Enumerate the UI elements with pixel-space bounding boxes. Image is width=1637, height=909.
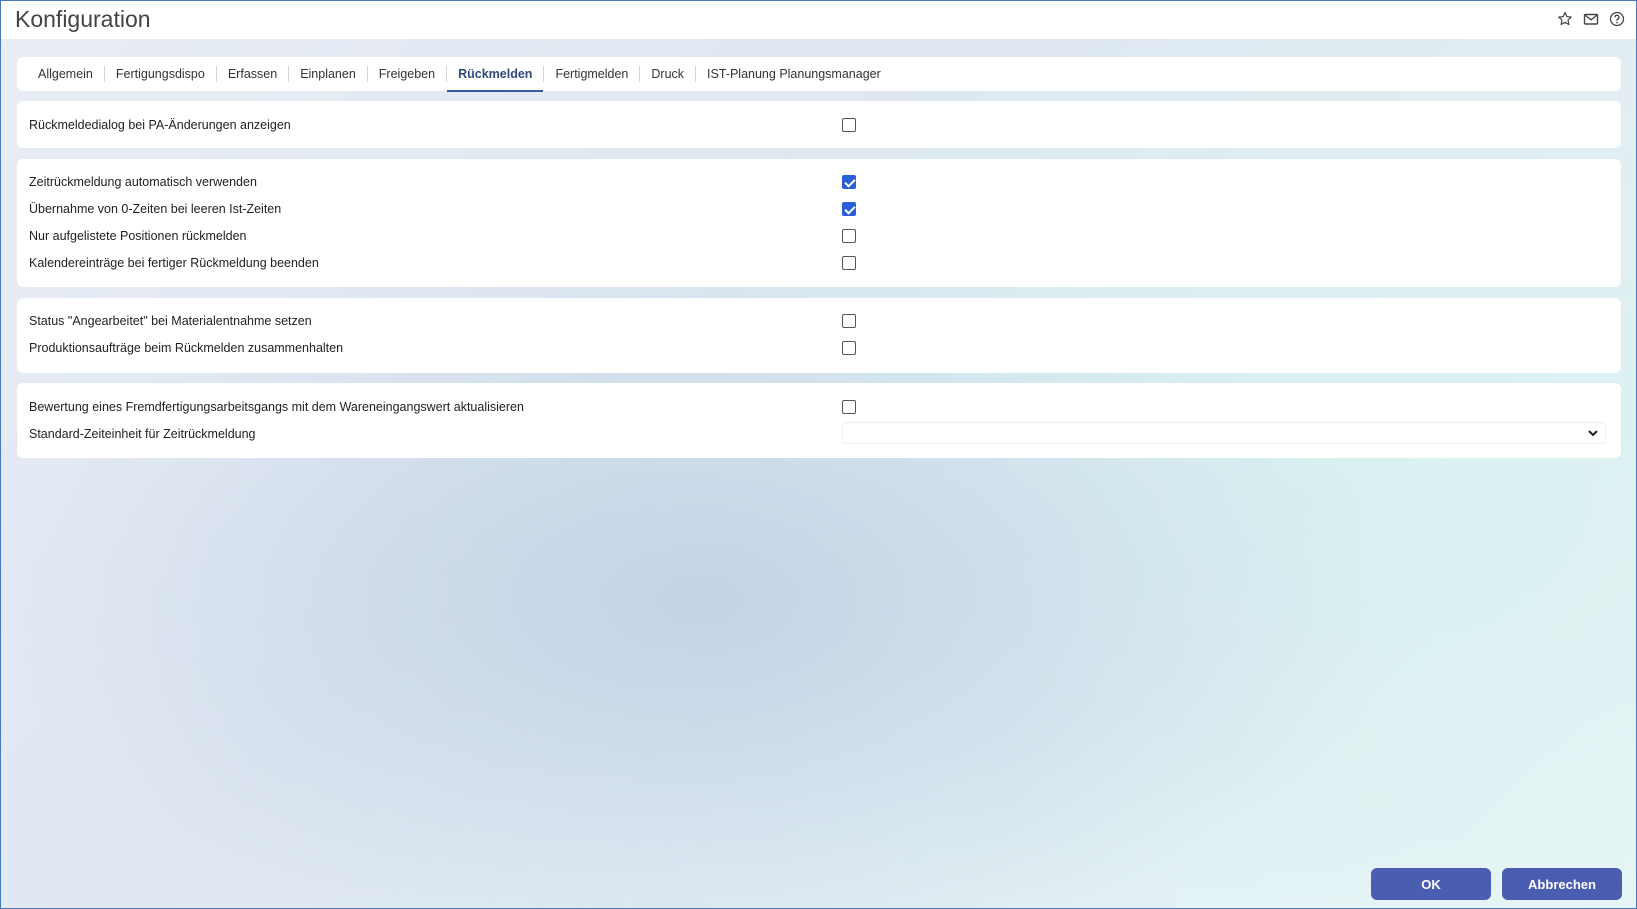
tab-rueckmelden[interactable]: Rückmelden bbox=[447, 66, 545, 92]
setting-checkbox[interactable] bbox=[842, 175, 856, 189]
setting-row: Rückmeldedialog bei PA-Änderungen anzeig… bbox=[29, 115, 1609, 135]
setting-checkbox[interactable] bbox=[842, 229, 856, 243]
setting-label: Produktionsaufträge beim Rückmelden zusa… bbox=[29, 341, 344, 355]
setting-row: Übernahme von 0-Zeiten bei leeren Ist-Ze… bbox=[29, 199, 1609, 219]
setting-label: Kalendereinträge bei fertiger Rückmeldun… bbox=[29, 256, 319, 270]
tab-bar: Allgemein Fertigungsdispo Erfassen Einpl… bbox=[17, 57, 1621, 92]
help-icon[interactable] bbox=[1608, 10, 1626, 28]
tab-allgemein[interactable]: Allgemein bbox=[27, 66, 105, 82]
settings-section-2: Zeitrückmeldung automatisch verwenden Üb… bbox=[17, 159, 1621, 287]
setting-label: Rückmeldedialog bei PA-Änderungen anzeig… bbox=[29, 118, 291, 132]
tab-freigeben[interactable]: Freigeben bbox=[368, 66, 448, 82]
settings-section-3: Status "Angearbeitet" bei Materialentnah… bbox=[17, 298, 1621, 373]
setting-row: Nur aufgelistete Positionen rückmelden bbox=[29, 226, 1609, 246]
setting-label: Übernahme von 0-Zeiten bei leeren Ist-Ze… bbox=[29, 202, 282, 216]
setting-row: Standard-Zeiteinheit für Zeitrückmeldung bbox=[29, 422, 1609, 444]
tab-einplanen[interactable]: Einplanen bbox=[289, 66, 368, 82]
setting-checkbox[interactable] bbox=[842, 256, 856, 270]
ok-button[interactable]: OK bbox=[1371, 868, 1491, 900]
setting-row: Produktionsaufträge beim Rückmelden zusa… bbox=[29, 338, 1609, 358]
setting-checkbox[interactable] bbox=[842, 341, 856, 355]
setting-row: Status "Angearbeitet" bei Materialentnah… bbox=[29, 311, 1609, 331]
setting-checkbox[interactable] bbox=[842, 314, 856, 328]
setting-label: Bewertung eines Fremdfertigungsarbeitsga… bbox=[29, 400, 524, 414]
chevron-down-icon bbox=[1588, 430, 1598, 437]
settings-section-1: Rückmeldedialog bei PA-Änderungen anzeig… bbox=[17, 101, 1621, 148]
tab-ist-planung[interactable]: IST-Planung Planungsmanager bbox=[696, 66, 892, 82]
setting-checkbox[interactable] bbox=[842, 202, 856, 216]
setting-label: Status "Angearbeitet" bei Materialentnah… bbox=[29, 314, 312, 328]
tab-erfassen[interactable]: Erfassen bbox=[217, 66, 290, 82]
setting-label: Nur aufgelistete Positionen rückmelden bbox=[29, 229, 247, 243]
cancel-button[interactable]: Abbrechen bbox=[1502, 868, 1622, 900]
setting-label: Standard-Zeiteinheit für Zeitrückmeldung bbox=[29, 427, 256, 441]
setting-checkbox[interactable] bbox=[842, 118, 856, 132]
setting-checkbox[interactable] bbox=[842, 400, 856, 414]
tab-fertigungsdispo[interactable]: Fertigungsdispo bbox=[105, 66, 217, 82]
tab-druck[interactable]: Druck bbox=[640, 66, 697, 82]
window-header: Konfiguration bbox=[1, 1, 1636, 39]
setting-row: Bewertung eines Fremdfertigungsarbeitsga… bbox=[29, 397, 1609, 417]
settings-section-4: Bewertung eines Fremdfertigungsarbeitsga… bbox=[17, 383, 1621, 458]
setting-row: Kalendereinträge bei fertiger Rückmeldun… bbox=[29, 253, 1609, 273]
time-unit-select[interactable] bbox=[842, 422, 1606, 444]
tab-fertigmelden[interactable]: Fertigmelden bbox=[544, 66, 641, 82]
setting-label: Zeitrückmeldung automatisch verwenden bbox=[29, 175, 257, 189]
mail-icon[interactable] bbox=[1582, 10, 1600, 28]
setting-row: Zeitrückmeldung automatisch verwenden bbox=[29, 172, 1609, 192]
page-title: Konfiguration bbox=[15, 6, 151, 32]
star-icon[interactable] bbox=[1556, 10, 1574, 28]
header-actions bbox=[1556, 10, 1626, 28]
